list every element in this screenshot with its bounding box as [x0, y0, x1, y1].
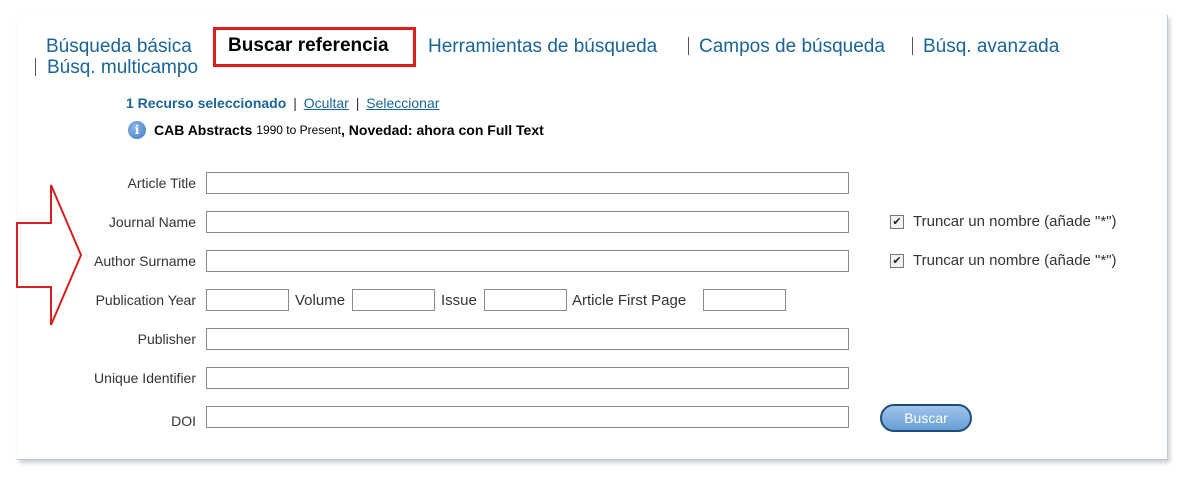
unique-identifier-label: Unique Identifier — [94, 370, 196, 386]
tab-herramientas-busqueda[interactable]: Herramientas de búsqueda — [428, 36, 657, 58]
database-name: CAB Abstracts — [154, 122, 253, 138]
publication-year-label: Publication Year — [95, 292, 196, 308]
truncate-journal-option[interactable]: ✔ Truncar un nombre (añade "*") — [890, 213, 1117, 230]
annotation-arrow-icon — [16, 184, 83, 326]
author-surname-label: Author Surname — [94, 253, 196, 269]
issue-input[interactable] — [484, 289, 567, 311]
doi-label: DOI — [171, 413, 196, 429]
issue-label: Issue — [441, 292, 477, 309]
truncate-author-option[interactable]: ✔ Truncar un nombre (añade "*") — [890, 252, 1117, 269]
tab-separator — [688, 37, 689, 55]
truncate-author-label: Truncar un nombre (añade "*") — [913, 252, 1117, 269]
unique-identifier-input[interactable] — [206, 367, 849, 389]
journal-name-label: Journal Name — [108, 214, 196, 230]
select-link[interactable]: Seleccionar — [366, 95, 439, 111]
separator: | — [293, 95, 297, 111]
journal-name-input[interactable] — [206, 211, 849, 233]
author-surname-input[interactable] — [206, 250, 849, 272]
resource-count: 1 Recurso seleccionado — [126, 95, 287, 111]
search-panel — [17, 15, 1168, 460]
database-info: i CAB Abstracts 1990 to Present , Noveda… — [128, 121, 544, 139]
publication-year-input[interactable] — [206, 289, 289, 311]
search-button[interactable]: Buscar — [880, 404, 972, 432]
database-news: , Novedad: ahora con Full Text — [341, 122, 544, 138]
volume-label: Volume — [295, 292, 346, 309]
publisher-input[interactable] — [206, 328, 849, 350]
publisher-label: Publisher — [137, 331, 196, 347]
database-range: 1990 to Present — [256, 123, 342, 137]
truncate-author-checkbox[interactable]: ✔ — [890, 253, 904, 268]
tab-separator — [35, 58, 36, 76]
tab-busq-avanzada[interactable]: Búsq. avanzada — [923, 36, 1059, 58]
tab-campos-busqueda[interactable]: Campos de búsqueda — [699, 36, 885, 58]
volume-input[interactable] — [352, 289, 435, 311]
tab-busq-multicampo[interactable]: Búsq. multicampo — [47, 57, 198, 79]
highlight-box — [213, 27, 416, 67]
article-title-label: Article Title — [127, 175, 196, 191]
first-page-input[interactable] — [703, 289, 786, 311]
tab-busqueda-basica[interactable]: Búsqueda básica — [46, 36, 192, 58]
truncate-journal-checkbox[interactable]: ✔ — [890, 214, 904, 229]
article-title-input[interactable] — [206, 172, 849, 194]
tab-separator — [912, 37, 913, 55]
doi-input[interactable] — [206, 406, 849, 428]
hide-link[interactable]: Ocultar — [304, 95, 349, 111]
resource-selection: 1 Recurso seleccionado | Ocultar | Selec… — [126, 95, 439, 111]
separator: | — [355, 95, 360, 111]
info-icon[interactable]: i — [128, 121, 146, 139]
truncate-journal-label: Truncar un nombre (añade "*") — [913, 213, 1117, 230]
first-page-label: Article First Page — [572, 292, 687, 309]
